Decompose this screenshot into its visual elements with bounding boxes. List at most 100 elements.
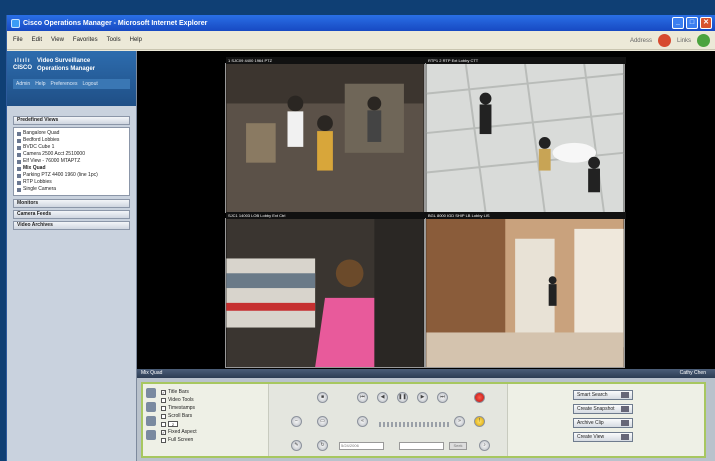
skip-forward-icon[interactable]: ⏭: [437, 392, 448, 403]
alert-icon[interactable]: !: [474, 416, 485, 427]
archive-clip-button[interactable]: Archive Clip: [573, 418, 633, 428]
menu-edit[interactable]: Edit: [32, 37, 42, 43]
tree-item-selected[interactable]: Mix Quad: [17, 165, 126, 172]
checkbox[interactable]: [161, 397, 166, 403]
grid-icon: [621, 434, 629, 440]
stop-icon[interactable]: ■: [317, 392, 328, 403]
camera-feed-image: [426, 64, 624, 212]
tree-item[interactable]: Bangalore Quad: [17, 130, 126, 137]
address-label[interactable]: Address: [630, 38, 652, 44]
checkbox[interactable]: ✓: [161, 389, 166, 395]
tile-title: SJC1 14003 LOB Lobby Ext Ctrl: [226, 212, 426, 219]
current-view-name: Mix Quad: [141, 370, 163, 376]
checkbox[interactable]: [161, 421, 166, 427]
video-tile[interactable]: RTP1 2 RTP Ext Lobby CTT: [425, 57, 626, 213]
pager-value[interactable]: 2: [168, 421, 178, 427]
ptz-icon[interactable]: [146, 402, 156, 412]
search-icon: [621, 392, 629, 398]
create-snapshot-button[interactable]: Create Snapshot: [573, 404, 633, 414]
view-icon: [17, 166, 21, 171]
view-icon: [17, 180, 21, 185]
zoom-out-icon[interactable]: −: [291, 416, 302, 427]
nav-admin[interactable]: Admin: [16, 81, 30, 87]
video-tile[interactable]: BGL 8000 IGD SHIP LB Lobby LIS: [425, 212, 626, 368]
checkbox[interactable]: ✓: [161, 429, 166, 435]
cisco-logo: ılıılı CISCO: [13, 58, 33, 71]
nav-logout[interactable]: Logout: [82, 81, 97, 87]
menu-bar: File Edit View Favorites Tools Help Addr…: [7, 31, 715, 50]
action-buttons: Smart Search Create Snapshot Archive Cli…: [573, 390, 633, 446]
create-view-button[interactable]: Create View: [573, 432, 633, 442]
slow-forward-icon[interactable]: »: [454, 416, 465, 427]
info-icon[interactable]: [146, 430, 156, 440]
camera-feed-image: [226, 64, 424, 212]
nav-help[interactable]: Help: [35, 81, 45, 87]
playback-slider[interactable]: [379, 422, 449, 427]
minimize-button[interactable]: _: [672, 17, 684, 29]
option-timestamps[interactable]: Timestamps: [161, 404, 271, 412]
top-nav: Admin Help Preferences Logout: [13, 79, 130, 89]
checkbox[interactable]: [161, 437, 166, 443]
fit-icon[interactable]: ▭: [317, 416, 328, 427]
camera-icon: [621, 406, 629, 412]
option-full-screen[interactable]: Full Screen: [161, 436, 271, 444]
smart-search-button[interactable]: Smart Search: [573, 390, 633, 400]
control-panel: Mix Quad Cathy Chen ✓ Title Bars Video To…: [137, 369, 715, 461]
tree-item[interactable]: Single Camera: [17, 186, 126, 193]
option-fixed-aspect[interactable]: ✓ Fixed Aspect: [161, 428, 271, 436]
menu-tools[interactable]: Tools: [107, 37, 121, 43]
skip-back-icon[interactable]: ⏮: [357, 392, 368, 403]
date-input[interactable]: 5/24/2006: [339, 442, 384, 450]
seek-button[interactable]: Seek: [449, 442, 467, 450]
window-titlebar[interactable]: Cisco Operations Manager - Microsoft Int…: [7, 15, 715, 31]
tree-item[interactable]: BVDC Cube 1: [17, 144, 126, 151]
tree-item[interactable]: RTP Lobbies: [17, 179, 126, 186]
option-pager[interactable]: 2: [161, 420, 271, 428]
option-video-tools[interactable]: Video Tools: [161, 396, 271, 404]
menu-view[interactable]: View: [51, 37, 64, 43]
record-icon[interactable]: [474, 392, 485, 403]
rewind-icon[interactable]: ◀: [377, 392, 388, 403]
camera-feed-image: [426, 219, 624, 367]
time-input[interactable]: [399, 442, 444, 450]
section-predefined-views[interactable]: Predefined Views: [13, 116, 130, 125]
menu-help[interactable]: Help: [130, 37, 142, 43]
video-tile[interactable]: SJC1 14003 LOB Lobby Ext Ctrl: [225, 212, 426, 368]
tree-item[interactable]: Parking PTZ 4400 1960 (line 1pc): [17, 172, 126, 179]
video-tile[interactable]: 1 SJC09 4400 1964 PTZ: [225, 57, 426, 213]
checkbox[interactable]: [161, 405, 166, 411]
tile-title: BGL 8000 IGD SHIP LB Lobby LIS: [426, 212, 626, 219]
tree-item[interactable]: Camera 2500 Acct 2510000: [17, 151, 126, 158]
section-video-archives[interactable]: Video Archives: [13, 221, 130, 230]
links-label[interactable]: Links: [677, 38, 691, 44]
ie-icon: [11, 18, 20, 28]
menu-favorites[interactable]: Favorites: [73, 37, 98, 43]
view-icon: [17, 131, 21, 136]
pen-icon[interactable]: ✎: [291, 440, 302, 451]
close-button[interactable]: ✕: [700, 17, 712, 29]
menu-file[interactable]: File: [13, 37, 23, 43]
checkbox[interactable]: [161, 413, 166, 419]
camera-feed-image: [226, 219, 424, 367]
option-scroll-bars[interactable]: Scroll Bars: [161, 412, 271, 420]
tree-item[interactable]: Bedford Lobbies: [17, 137, 126, 144]
product-name: Video Surveillance Operations Manager: [37, 58, 96, 72]
bell-icon[interactable]: ♪: [479, 440, 490, 451]
nav-preferences[interactable]: Preferences: [50, 81, 77, 87]
option-title-bars[interactable]: ✓ Title Bars: [161, 388, 271, 396]
play-icon[interactable]: ▶: [417, 392, 428, 403]
pause-icon[interactable]: ❚❚: [397, 392, 408, 403]
browser-window: Cisco Operations Manager - Microsoft Int…: [6, 15, 715, 461]
maximize-button[interactable]: □: [686, 17, 698, 29]
sync-icon[interactable]: ↻: [317, 440, 328, 451]
toolbar-icon[interactable]: [657, 34, 671, 47]
control-header: Mix Quad Cathy Chen: [137, 369, 715, 378]
tree-item[interactable]: Elf View - 76000 MTAPTZ: [17, 158, 126, 165]
slow-back-icon[interactable]: «: [357, 416, 368, 427]
layout-icon[interactable]: [146, 388, 156, 398]
views-panel: Predefined Views Bangalore Quad Bedford …: [13, 116, 130, 230]
section-monitors[interactable]: Monitors: [13, 199, 130, 208]
alarm-icon[interactable]: [146, 416, 156, 426]
section-camera-feeds[interactable]: Camera Feeds: [13, 210, 130, 219]
view-icon: [17, 173, 21, 178]
